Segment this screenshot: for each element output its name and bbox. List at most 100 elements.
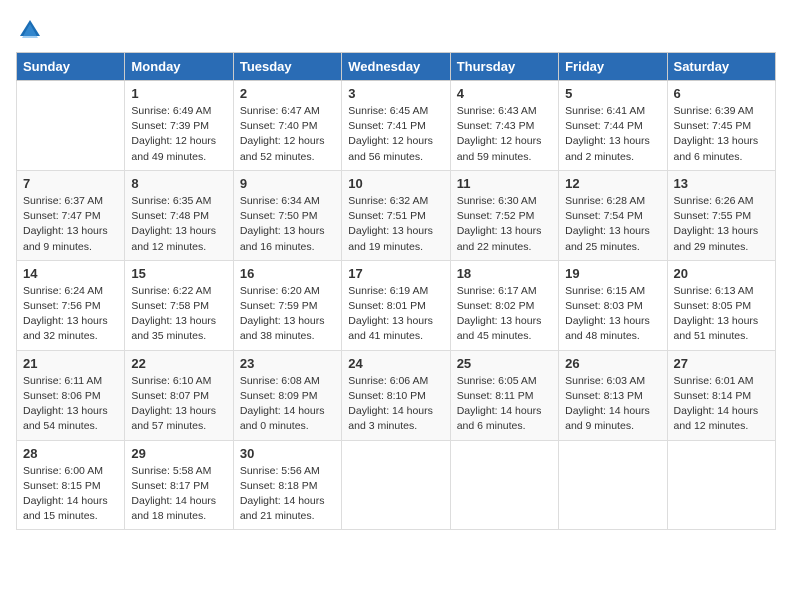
day-number: 30 [240, 446, 335, 461]
cell-content: Sunrise: 6:10 AM Sunset: 8:07 PM Dayligh… [131, 374, 226, 435]
day-number: 18 [457, 266, 552, 281]
day-number: 9 [240, 176, 335, 191]
calendar-body: 1 Sunrise: 6:49 AM Sunset: 7:39 PM Daylig… [17, 81, 776, 530]
day-number: 16 [240, 266, 335, 281]
calendar-cell: 19 Sunrise: 6:15 AM Sunset: 8:03 PM Dayli… [559, 260, 667, 350]
calendar-cell: 23Sunrise: 6:08 AM Sunset: 8:09 PM Dayli… [233, 350, 341, 440]
calendar-cell: 8 Sunrise: 6:35 AM Sunset: 7:48 PM Daylig… [125, 170, 233, 260]
calendar-cell [17, 81, 125, 171]
cell-content: Sunrise: 6:15 AM Sunset: 8:03 PM Dayligh… [565, 284, 660, 345]
day-number: 7 [23, 176, 118, 191]
cell-content: Sunrise: 6:34 AM Sunset: 7:50 PM Dayligh… [240, 194, 335, 255]
cell-content: Sunrise: 6:28 AM Sunset: 7:54 PM Dayligh… [565, 194, 660, 255]
week-row-2: 7 Sunrise: 6:37 AM Sunset: 7:47 PM Daylig… [17, 170, 776, 260]
calendar-cell: 15 Sunrise: 6:22 AM Sunset: 7:58 PM Dayli… [125, 260, 233, 350]
cell-content: Sunrise: 6:26 AM Sunset: 7:55 PM Dayligh… [674, 194, 769, 255]
day-number: 13 [674, 176, 769, 191]
cell-content: Sunrise: 6:01 AM Sunset: 8:14 PM Dayligh… [674, 374, 769, 435]
week-row-1: 1 Sunrise: 6:49 AM Sunset: 7:39 PM Daylig… [17, 81, 776, 171]
logo-icon [16, 16, 44, 44]
cell-content: Sunrise: 6:41 AM Sunset: 7:44 PM Dayligh… [565, 104, 660, 165]
week-row-4: 21Sunrise: 6:11 AM Sunset: 8:06 PM Dayli… [17, 350, 776, 440]
day-number: 2 [240, 86, 335, 101]
page-header [16, 16, 776, 44]
calendar-cell: 30 Sunrise: 5:56 AM Sunset: 8:18 PM Dayli… [233, 440, 341, 530]
cell-content: Sunrise: 6:30 AM Sunset: 7:52 PM Dayligh… [457, 194, 552, 255]
cell-content: Sunrise: 5:58 AM Sunset: 8:17 PM Dayligh… [131, 464, 226, 525]
cell-content: Sunrise: 6:08 AM Sunset: 8:09 PM Dayligh… [240, 374, 335, 435]
cell-content: Sunrise: 6:35 AM Sunset: 7:48 PM Dayligh… [131, 194, 226, 255]
header-cell-saturday: Saturday [667, 53, 775, 81]
header-cell-thursday: Thursday [450, 53, 558, 81]
cell-content: Sunrise: 6:06 AM Sunset: 8:10 PM Dayligh… [348, 374, 443, 435]
calendar-cell: 14Sunrise: 6:24 AM Sunset: 7:56 PM Dayli… [17, 260, 125, 350]
cell-content: Sunrise: 6:19 AM Sunset: 8:01 PM Dayligh… [348, 284, 443, 345]
cell-content: Sunrise: 6:37 AM Sunset: 7:47 PM Dayligh… [23, 194, 118, 255]
day-number: 12 [565, 176, 660, 191]
calendar-cell: 13 Sunrise: 6:26 AM Sunset: 7:55 PM Dayli… [667, 170, 775, 260]
calendar-cell: 20 Sunrise: 6:13 AM Sunset: 8:05 PM Dayli… [667, 260, 775, 350]
day-number: 19 [565, 266, 660, 281]
calendar-header: SundayMondayTuesdayWednesdayThursdayFrid… [17, 53, 776, 81]
logo [16, 16, 46, 44]
cell-content: Sunrise: 6:17 AM Sunset: 8:02 PM Dayligh… [457, 284, 552, 345]
day-number: 29 [131, 446, 226, 461]
calendar-cell [559, 440, 667, 530]
calendar-cell: 9 Sunrise: 6:34 AM Sunset: 7:50 PM Daylig… [233, 170, 341, 260]
cell-content: Sunrise: 6:13 AM Sunset: 8:05 PM Dayligh… [674, 284, 769, 345]
day-number: 1 [131, 86, 226, 101]
day-number: 8 [131, 176, 226, 191]
cell-content: Sunrise: 6:20 AM Sunset: 7:59 PM Dayligh… [240, 284, 335, 345]
day-number: 24 [348, 356, 443, 371]
day-number: 21 [23, 356, 118, 371]
week-row-3: 14Sunrise: 6:24 AM Sunset: 7:56 PM Dayli… [17, 260, 776, 350]
day-number: 15 [131, 266, 226, 281]
cell-content: Sunrise: 6:45 AM Sunset: 7:41 PM Dayligh… [348, 104, 443, 165]
calendar-cell: 3 Sunrise: 6:45 AM Sunset: 7:41 PM Daylig… [342, 81, 450, 171]
calendar-cell: 4 Sunrise: 6:43 AM Sunset: 7:43 PM Daylig… [450, 81, 558, 171]
day-number: 4 [457, 86, 552, 101]
header-cell-monday: Monday [125, 53, 233, 81]
header-row: SundayMondayTuesdayWednesdayThursdayFrid… [17, 53, 776, 81]
calendar-cell: 22 Sunrise: 6:10 AM Sunset: 8:07 PM Dayli… [125, 350, 233, 440]
calendar-cell: 18 Sunrise: 6:17 AM Sunset: 8:02 PM Dayli… [450, 260, 558, 350]
cell-content: Sunrise: 6:32 AM Sunset: 7:51 PM Dayligh… [348, 194, 443, 255]
day-number: 5 [565, 86, 660, 101]
day-number: 20 [674, 266, 769, 281]
cell-content: Sunrise: 6:24 AM Sunset: 7:56 PM Dayligh… [23, 284, 118, 345]
day-number: 26 [565, 356, 660, 371]
calendar-cell [667, 440, 775, 530]
header-cell-sunday: Sunday [17, 53, 125, 81]
header-cell-friday: Friday [559, 53, 667, 81]
calendar-cell: 16 Sunrise: 6:20 AM Sunset: 7:59 PM Dayli… [233, 260, 341, 350]
day-number: 3 [348, 86, 443, 101]
calendar-cell: 1 Sunrise: 6:49 AM Sunset: 7:39 PM Daylig… [125, 81, 233, 171]
day-number: 27 [674, 356, 769, 371]
calendar-cell: 7 Sunrise: 6:37 AM Sunset: 7:47 PM Daylig… [17, 170, 125, 260]
day-number: 11 [457, 176, 552, 191]
cell-content: Sunrise: 6:39 AM Sunset: 7:45 PM Dayligh… [674, 104, 769, 165]
cell-content: Sunrise: 6:22 AM Sunset: 7:58 PM Dayligh… [131, 284, 226, 345]
day-number: 17 [348, 266, 443, 281]
calendar-cell: 6Sunrise: 6:39 AM Sunset: 7:45 PM Daylig… [667, 81, 775, 171]
week-row-5: 28Sunrise: 6:00 AM Sunset: 8:15 PM Dayli… [17, 440, 776, 530]
calendar-cell: 12 Sunrise: 6:28 AM Sunset: 7:54 PM Dayli… [559, 170, 667, 260]
calendar-cell: 28Sunrise: 6:00 AM Sunset: 8:15 PM Dayli… [17, 440, 125, 530]
calendar-cell: 25Sunrise: 6:05 AM Sunset: 8:11 PM Dayli… [450, 350, 558, 440]
calendar-table: SundayMondayTuesdayWednesdayThursdayFrid… [16, 52, 776, 530]
day-number: 22 [131, 356, 226, 371]
calendar-cell: 24 Sunrise: 6:06 AM Sunset: 8:10 PM Dayli… [342, 350, 450, 440]
calendar-cell: 2Sunrise: 6:47 AM Sunset: 7:40 PM Daylig… [233, 81, 341, 171]
calendar-cell: 10Sunrise: 6:32 AM Sunset: 7:51 PM Dayli… [342, 170, 450, 260]
cell-content: Sunrise: 6:03 AM Sunset: 8:13 PM Dayligh… [565, 374, 660, 435]
day-number: 28 [23, 446, 118, 461]
day-number: 25 [457, 356, 552, 371]
header-cell-tuesday: Tuesday [233, 53, 341, 81]
calendar-cell: 11 Sunrise: 6:30 AM Sunset: 7:52 PM Dayli… [450, 170, 558, 260]
calendar-cell: 17 Sunrise: 6:19 AM Sunset: 8:01 PM Dayli… [342, 260, 450, 350]
calendar-cell: 26 Sunrise: 6:03 AM Sunset: 8:13 PM Dayli… [559, 350, 667, 440]
cell-content: Sunrise: 5:56 AM Sunset: 8:18 PM Dayligh… [240, 464, 335, 525]
cell-content: Sunrise: 6:43 AM Sunset: 7:43 PM Dayligh… [457, 104, 552, 165]
calendar-cell: 21Sunrise: 6:11 AM Sunset: 8:06 PM Dayli… [17, 350, 125, 440]
cell-content: Sunrise: 6:49 AM Sunset: 7:39 PM Dayligh… [131, 104, 226, 165]
